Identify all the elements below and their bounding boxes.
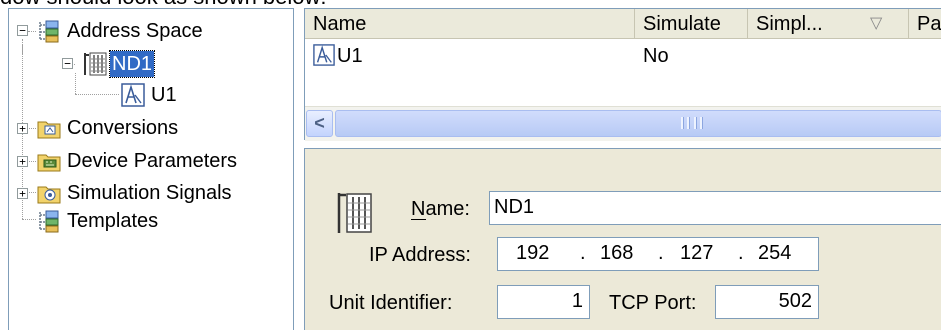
tree-item-device-parameters[interactable]: + Device Parameters	[9, 147, 289, 177]
ip-octet-4: 254	[758, 242, 792, 264]
folder-simulation-signals-icon	[37, 182, 61, 210]
ip-separator: .	[658, 242, 664, 264]
tree-item-conversions[interactable]: + Conversions	[9, 114, 289, 144]
tree-item-address-space[interactable]: − Address Space	[9, 16, 289, 46]
tree-item-simulation-signals[interactable]: + Simulation Signals	[9, 179, 289, 209]
column-header-pa[interactable]: Pa	[909, 9, 941, 39]
column-header-simulate[interactable]: Simulate	[635, 9, 748, 39]
name-value: ND1	[494, 196, 535, 218]
column-header-label: Pa	[917, 13, 941, 35]
address-space-tree[interactable]: − Address Space − ND1 U1 + Conversions +…	[8, 8, 294, 330]
unit-icon	[121, 83, 145, 113]
tree-item-label: ND1	[108, 50, 156, 78]
grip-icon	[681, 117, 703, 129]
ip-separator: .	[580, 242, 586, 264]
tree-item-templates[interactable]: Templates	[9, 207, 289, 237]
ip-address-label: IP Address:	[369, 244, 471, 266]
scrollbar-thumb[interactable]	[335, 110, 941, 137]
unit-identifier-label: Unit Identifier:	[329, 292, 453, 314]
tree-item-label: Simulation Signals	[67, 182, 232, 204]
tree-item-label: Conversions	[67, 117, 179, 139]
tcp-port-field[interactable]: 502	[715, 285, 819, 319]
table-row[interactable]: U1 No	[305, 41, 941, 71]
tree-item-label: Templates	[67, 210, 159, 232]
device-properties-panel: Name: ND1 IP Address: 192 . 168 . 127 . …	[304, 148, 941, 330]
sort-descending-icon: ▽	[870, 15, 883, 32]
column-header-simpl[interactable]: Simpl... ▽	[748, 9, 909, 39]
collapse-toggle[interactable]: −	[17, 25, 28, 36]
cell-simulate: No	[643, 45, 669, 67]
tree-item-label: Device Parameters	[67, 150, 238, 172]
folder-conversions-icon	[37, 117, 61, 145]
ip-octet-2: 168	[600, 242, 634, 264]
cell-name: U1	[337, 45, 363, 67]
address-space-icon	[37, 19, 61, 49]
unit-list-view[interactable]: Name Simulate Simpl... ▽ Pa U1 No <	[304, 8, 941, 141]
collapse-toggle[interactable]: −	[62, 58, 73, 69]
caption-text: dow should look as shown below:	[0, 0, 327, 8]
network-device-icon	[335, 191, 375, 240]
name-field[interactable]: ND1	[489, 191, 941, 225]
unit-icon	[313, 44, 335, 71]
tree-item-nd1[interactable]: − ND1	[9, 49, 289, 79]
ip-octet-3: 127	[680, 242, 714, 264]
horizontal-scrollbar[interactable]: <	[305, 106, 941, 141]
unit-identifier-value: 1	[571, 290, 583, 312]
tcp-port-label: TCP Port:	[609, 292, 697, 314]
tree-item-label: U1	[151, 84, 177, 106]
tree-item-u1[interactable]: U1	[9, 82, 289, 112]
name-accesskey-underline	[411, 219, 426, 220]
folder-device-parameters-icon	[37, 150, 61, 178]
column-header-label: Simulate	[643, 13, 721, 35]
tree-item-label: Address Space	[67, 20, 203, 42]
expand-toggle[interactable]: +	[17, 123, 28, 134]
expand-toggle[interactable]: +	[17, 156, 28, 167]
ip-separator: .	[738, 242, 744, 264]
unit-identifier-field[interactable]: 1	[497, 285, 590, 319]
templates-icon	[37, 209, 61, 239]
network-device-icon	[82, 51, 108, 83]
column-header-label: Name	[313, 13, 367, 35]
ip-address-field[interactable]: 192 . 168 . 127 . 254	[497, 237, 819, 271]
tcp-port-value: 502	[778, 290, 812, 312]
column-header-label: Simpl...	[756, 13, 823, 35]
column-header-name[interactable]: Name	[305, 9, 635, 39]
expand-toggle[interactable]: +	[17, 188, 28, 199]
scroll-left-button[interactable]: <	[306, 110, 333, 137]
ip-octet-1: 192	[516, 242, 550, 264]
